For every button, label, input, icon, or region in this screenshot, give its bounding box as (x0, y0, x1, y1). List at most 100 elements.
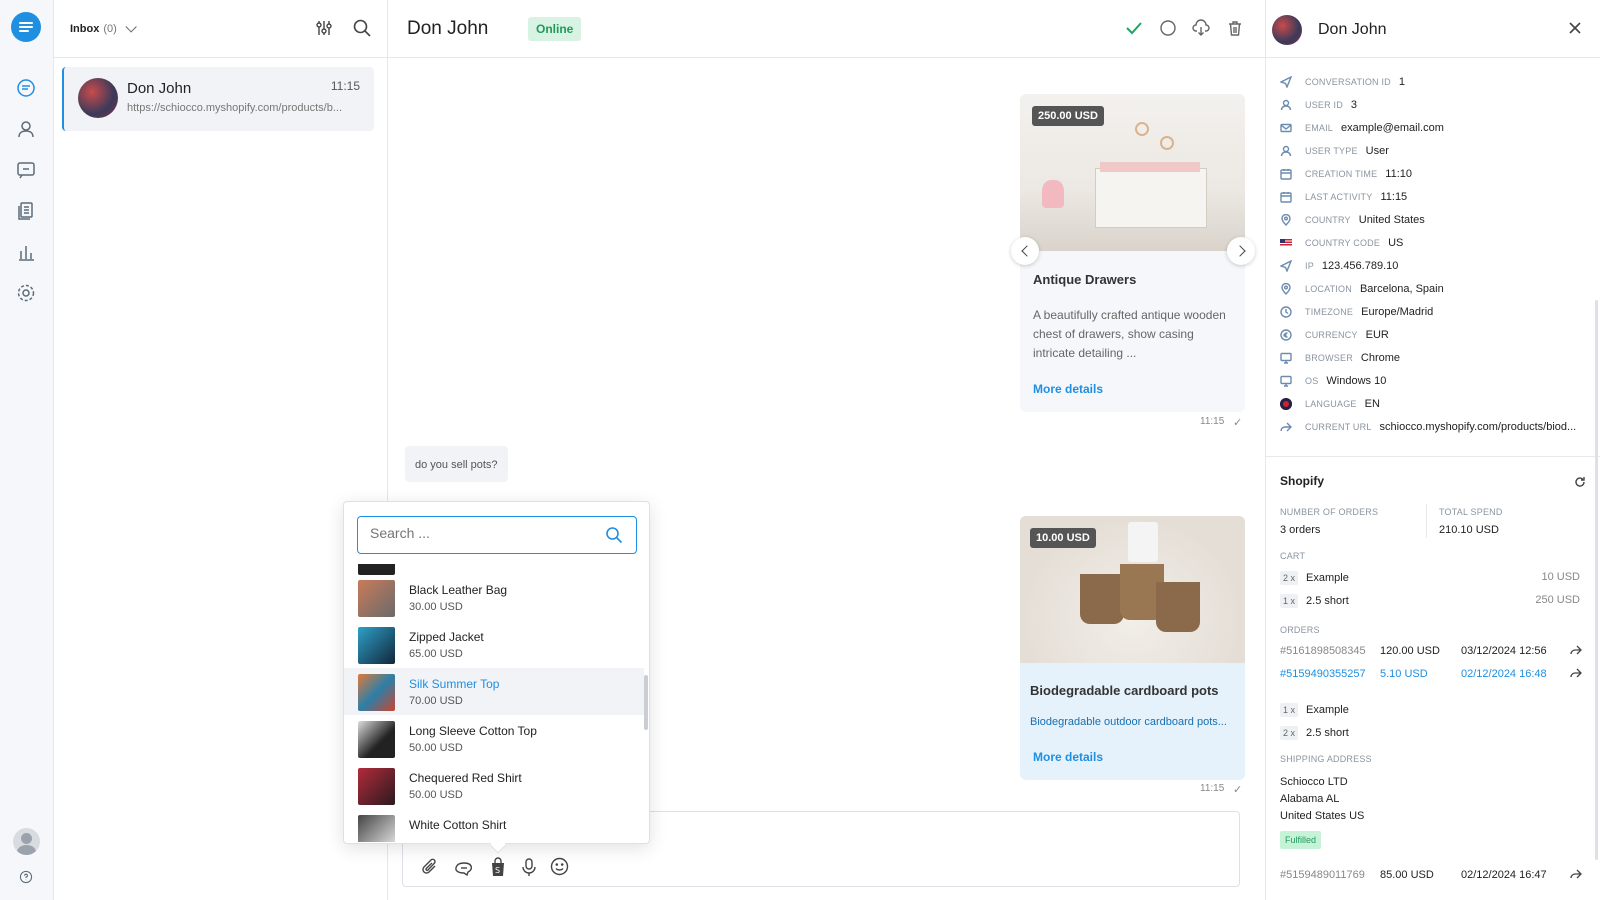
conversation-item[interactable]: Don John 11:15 https://schiocco.myshopif… (62, 67, 374, 131)
order-row-active[interactable]: #5159490355257 5.10 USD 02/12/2024 16:48 (1280, 668, 1582, 680)
field-key: Browser (1305, 353, 1353, 363)
price-tag: 250.00 USD (1032, 106, 1104, 126)
shipping-line: Schiocco LTD (1280, 776, 1348, 788)
share-icon[interactable] (1570, 667, 1582, 682)
field-key: Last activity (1305, 192, 1373, 202)
field-value: 11:15 (1380, 191, 1408, 203)
product-thumbnail (358, 627, 395, 664)
carousel-prev-button[interactable] (1011, 237, 1039, 265)
product-name: Silk Summer Top (409, 677, 500, 691)
mail-icon (1280, 123, 1292, 133)
cloud-download-icon[interactable] (1192, 19, 1210, 42)
agent-avatar[interactable] (13, 828, 40, 855)
field-key: Location (1305, 284, 1352, 294)
share-icon[interactable] (1570, 868, 1582, 883)
clock-icon (1280, 306, 1292, 318)
field-user-id: User ID 3 (1280, 95, 1357, 115)
refresh-icon[interactable] (1574, 475, 1586, 493)
trash-icon[interactable] (1226, 19, 1244, 42)
order-id: #5161898508345 (1280, 645, 1366, 657)
check-icon[interactable] (1125, 19, 1143, 42)
articles-icon[interactable] (13, 198, 39, 224)
cart-item-name: 2.5 short (1306, 595, 1349, 607)
product-search-box[interactable] (357, 516, 637, 554)
more-details-link[interactable]: More details (1033, 382, 1103, 396)
emoji-icon[interactable] (550, 857, 569, 881)
search-icon[interactable] (352, 18, 372, 43)
product-item[interactable]: Black Leather Bag 30.00 USD (344, 574, 644, 621)
order-item: 1 x Example (1280, 703, 1349, 717)
product-item[interactable]: Long Sleeve Cotton Top 50.00 USD (344, 715, 644, 762)
calendar-icon (1280, 169, 1292, 180)
order-id: #5159490355257 (1280, 668, 1366, 680)
product-item[interactable]: Chequered Red Shirt 50.00 USD (344, 762, 644, 809)
inbox-dropdown-label[interactable]: Inbox (70, 23, 99, 35)
read-check-icon: ✓ (1233, 784, 1243, 796)
product-item[interactable]: Zipped Jacket 65.00 USD (344, 621, 644, 668)
share-icon[interactable] (1570, 644, 1582, 659)
chevron-down-icon[interactable] (125, 20, 137, 33)
uk-flag-icon (1280, 398, 1292, 410)
orders-count-value: 3 orders (1280, 524, 1321, 536)
chevron-left-icon (1020, 245, 1033, 257)
reports-icon[interactable] (13, 239, 39, 265)
panel-scrollbar[interactable] (1595, 300, 1598, 860)
microphone-icon[interactable] (521, 858, 537, 881)
share-icon (1280, 422, 1292, 432)
circle-icon[interactable] (1159, 19, 1177, 42)
app-logo[interactable] (11, 12, 41, 42)
cart-qty: 2 x (1280, 571, 1299, 585)
total-spend-value: 210.10 USD (1439, 524, 1499, 536)
field-country-code: Country code US (1280, 233, 1403, 253)
shopify-icon[interactable]: S (489, 857, 507, 882)
panel-divider (1266, 456, 1600, 457)
product-search-input[interactable] (370, 525, 590, 541)
currency-icon (1280, 329, 1292, 341)
carousel-next-button[interactable] (1227, 237, 1255, 265)
product-card-antique-drawers: 250.00 USD Antique Drawers A beautifully… (1020, 94, 1245, 412)
conversations-icon[interactable] (13, 75, 39, 101)
calendar-icon (1280, 192, 1292, 203)
order-item-name: 2.5 short (1306, 727, 1349, 739)
settings-icon[interactable] (13, 280, 39, 306)
attachment-icon[interactable] (421, 858, 439, 881)
field-key: Timezone (1305, 307, 1354, 317)
product-title: Biodegradable cardboard pots (1030, 683, 1219, 698)
filter-icon[interactable] (314, 18, 334, 43)
product-item-highlighted[interactable]: Silk Summer Top 70.00 USD (344, 668, 644, 715)
users-icon[interactable] (13, 116, 39, 142)
chat-header: Don John Online (388, 0, 1265, 58)
scrollbar[interactable] (644, 675, 648, 730)
read-check-icon: ✓ (1233, 417, 1243, 429)
field-value: Chrome (1360, 352, 1401, 364)
stat-divider (1426, 504, 1427, 538)
shipping-line: Alabama AL (1280, 793, 1340, 805)
shipping-address-label: Shipping address (1280, 754, 1372, 764)
product-item[interactable]: White Cotton Shirt (344, 809, 644, 842)
more-details-link[interactable]: More details (1033, 750, 1103, 764)
saved-replies-icon[interactable] (454, 858, 474, 881)
order-item-qty: 2 x (1280, 726, 1299, 740)
conversation-name: Don John (127, 80, 192, 97)
field-conversation-id: Conversation ID 1 (1280, 72, 1405, 92)
help-icon[interactable] (13, 864, 39, 890)
monitor-icon (1280, 352, 1292, 364)
field-key: Current URL (1305, 422, 1372, 432)
message-time: 11:15 (1200, 783, 1225, 794)
cart-item: 2 x Example 10 USD (1280, 571, 1580, 585)
close-icon[interactable] (1568, 21, 1582, 40)
field-value: 1 (1398, 76, 1405, 88)
cart-item-price: 10 USD (1541, 571, 1580, 583)
conversation-time: 11:15 (330, 79, 360, 93)
order-row[interactable]: #5161898508345 120.00 USD 03/12/2024 12:… (1280, 645, 1582, 657)
field-location: Location Barcelona, Spain (1280, 279, 1444, 299)
search-icon[interactable] (605, 526, 623, 549)
chatbot-icon[interactable] (13, 157, 39, 183)
field-creation-time: Creation time 11:10 (1280, 164, 1412, 184)
order-row[interactable]: #5159489011769 85.00 USD 02/12/2024 16:4… (1280, 869, 1582, 881)
field-value: US (1388, 237, 1404, 249)
pin-icon (1281, 214, 1291, 226)
field-key: Email (1305, 123, 1334, 133)
field-key: Language (1305, 399, 1357, 409)
conversation-list-panel: Inbox (0) Don John 11:15 https://schiocc… (54, 0, 388, 900)
